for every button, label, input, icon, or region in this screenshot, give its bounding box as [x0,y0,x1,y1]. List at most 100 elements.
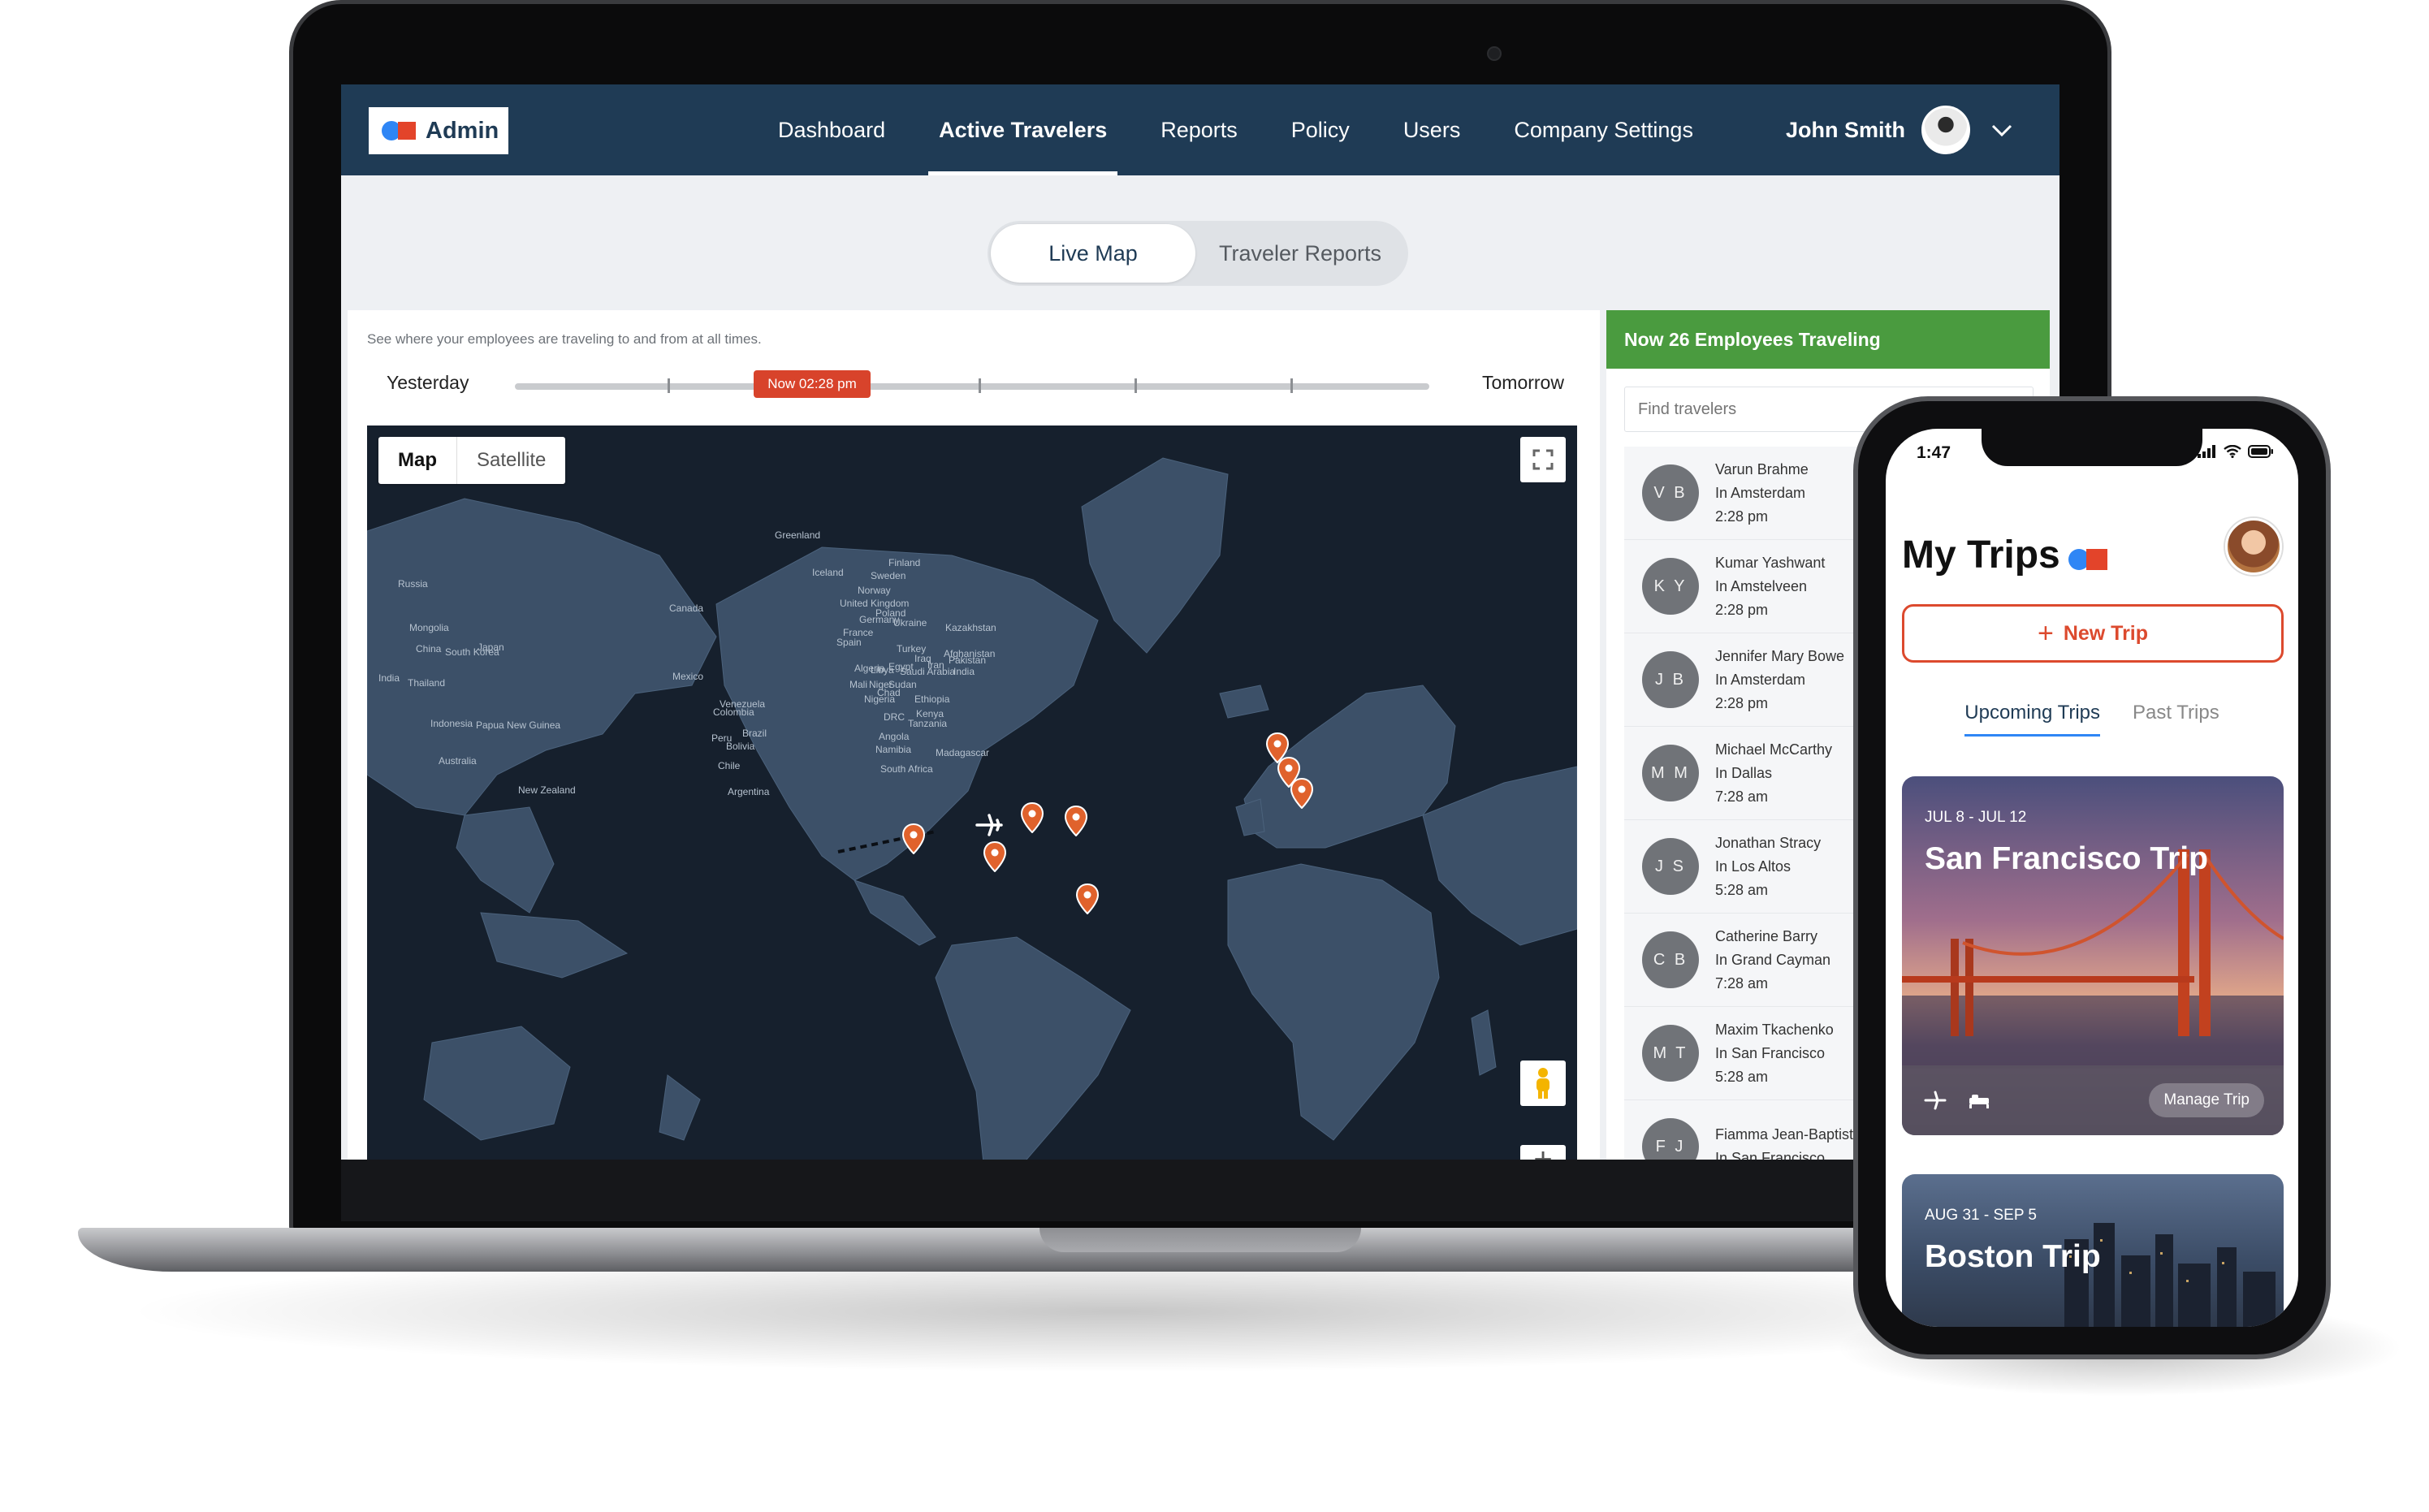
brand-logo-icon [2068,548,2107,570]
street-view-button[interactable] [1520,1061,1566,1106]
traveler-location: In San Francisco [1715,1044,1826,1061]
brand-logo[interactable]: Admin [369,107,508,154]
trip-title: Boston Trip [1925,1239,2101,1274]
traveler-location: In Los Altos [1715,858,1791,875]
traveler-location: In Amsterdam [1715,484,1806,501]
traveler-name: Jennifer Mary Bowe [1715,647,1845,664]
map-label: Namibia [875,744,912,755]
traveler-time: 2:28 pm [1715,694,1769,711]
map-label: Japan [478,642,504,653]
avatar[interactable] [2225,518,2282,575]
map-label: Australia [439,755,477,767]
timeline-tick [1290,378,1293,393]
traveler-info: Jennifer Mary Bowe In Amsterdam 2:28 pm [1715,645,1844,715]
map-caption: See where your employees are traveling t… [367,331,762,347]
travelers-header: Now 26 Employees Traveling [1606,310,2050,369]
camera [1487,46,1502,61]
phone-notch [1982,429,2202,466]
nav-active-travelers[interactable]: Active Travelers [912,84,1134,175]
map-label: India [378,672,400,684]
map-label: Spain [836,637,862,648]
status-icons [2198,445,2274,458]
zoom-in-button[interactable]: + [1520,1142,1566,1160]
admin-app: Admin Dashboard Active Travelers Reports… [341,84,2059,1160]
timeline-start-label: Yesterday [387,372,469,393]
map-label: Papua New Guinea [476,719,561,731]
map-pin-icon[interactable] [983,841,1007,872]
map-pin-icon[interactable] [1064,806,1088,836]
map-pin-icon[interactable] [901,823,926,854]
manage-trip-button[interactable]: Manage Trip [2149,1083,2264,1117]
map-label: Mexico [672,671,704,682]
traveler-location: In Dallas [1715,764,1773,781]
traveler-info: Varun Brahme In Amsterdam 2:28 pm [1715,458,1809,529]
nav-reports[interactable]: Reports [1134,84,1264,175]
traveler-info: Maxim Tkachenko In San Francisco 5:28 am [1715,1018,1834,1089]
traveler-info: Catherine Barry In Grand Cayman 7:28 am [1715,925,1830,996]
map-label: DRC [884,711,905,723]
tab-past-trips[interactable]: Past Trips [2133,702,2219,737]
map-label: Colombia [713,706,754,718]
map-label: Madagascar [936,747,990,758]
timeline-tick [979,378,981,393]
top-nav: Admin Dashboard Active Travelers Reports… [341,84,2059,175]
traveler-name: Catherine Barry [1715,927,1818,944]
map-label: Mongolia [409,622,449,633]
new-trip-button[interactable]: + New Trip [1902,604,2284,663]
map-label: India [953,666,975,677]
traveler-time: 7:28 am [1715,788,1769,805]
chevron-down-icon[interactable] [1990,118,2014,142]
plus-icon: + [2037,617,2054,649]
zoom-in-icon: + [1533,1142,1553,1160]
trip-card[interactable]: AUG 31 - SEP 5 Boston Trip [1902,1174,2284,1327]
user-menu[interactable]: John Smith [1786,84,2014,175]
map-pin-icon[interactable] [1075,883,1100,914]
map-type-satellite[interactable]: Satellite [457,437,565,484]
traveler-avatar: J S [1642,838,1699,895]
mobile-app: 1:47 My Trips + New Trip Upcoming Trips … [1886,429,2298,1327]
signal-icon [2198,445,2215,458]
user-name: John Smith [1786,117,1905,142]
map-label: Sweden [871,570,906,581]
traveler-name: Kumar Yashwant [1715,554,1826,571]
tab-live-map[interactable]: Live Map [991,224,1195,283]
trip-card[interactable]: JUL 8 - JUL 12 San Francisco Trip Manage… [1902,776,2284,1135]
map-pin-icon[interactable] [1290,778,1314,809]
traveler-avatar: K Y [1642,558,1699,615]
phone-device: 1:47 My Trips + New Trip Upcoming Trips … [1853,396,2331,1359]
traveler-avatar: J B [1642,651,1699,708]
map-type-control: Map Satellite [378,437,566,484]
trip-tabs: Upcoming Trips Past Trips [1886,702,2298,737]
plane-icon[interactable] [975,810,1004,840]
tab-traveler-reports[interactable]: Traveler Reports [1195,224,1405,283]
traveler-time: 2:28 pm [1715,601,1769,618]
timeline-end-label: Tomorrow [1482,372,1564,393]
world-map[interactable]: Russia Mongolia China South Korea Japan … [367,426,1577,1160]
avatar[interactable] [1921,106,1970,154]
traveler-info: Kumar Yashwant In Amstelveen 2:28 pm [1715,551,1825,622]
nav-dashboard[interactable]: Dashboard [751,84,912,175]
map-label: Argentina [728,786,770,797]
map-pin-icon[interactable] [1020,802,1044,833]
traveler-info: Fiamma Jean-Baptist In San Francisco [1715,1123,1853,1160]
map-label: Kazakhstan [945,622,996,633]
timeline-now-marker[interactable]: Now 02:28 pm [754,370,871,398]
traveler-location: In San Francisco [1715,1150,1826,1160]
map-label: Indonesia [430,718,473,729]
traveler-avatar: F J [1642,1118,1699,1160]
traveler-name: Jonathan Stracy [1715,834,1822,851]
tab-upcoming-trips[interactable]: Upcoming Trips [1964,702,2101,737]
wifi-icon [2224,445,2241,458]
nav-users[interactable]: Users [1377,84,1488,175]
nav-company-settings[interactable]: Company Settings [1487,84,1720,175]
timeline-slider[interactable] [515,378,1429,393]
map-label: Iceland [812,567,844,578]
nav-policy[interactable]: Policy [1264,84,1377,175]
traveler-avatar: C B [1642,931,1699,988]
fullscreen-button[interactable] [1520,437,1566,482]
traveler-avatar: M T [1642,1025,1699,1082]
map-type-map[interactable]: Map [378,437,457,484]
trip-dates: AUG 31 - SEP 5 [1925,1207,2037,1224]
traveler-name: Maxim Tkachenko [1715,1021,1834,1038]
trip-dates: JUL 8 - JUL 12 [1925,809,2027,826]
